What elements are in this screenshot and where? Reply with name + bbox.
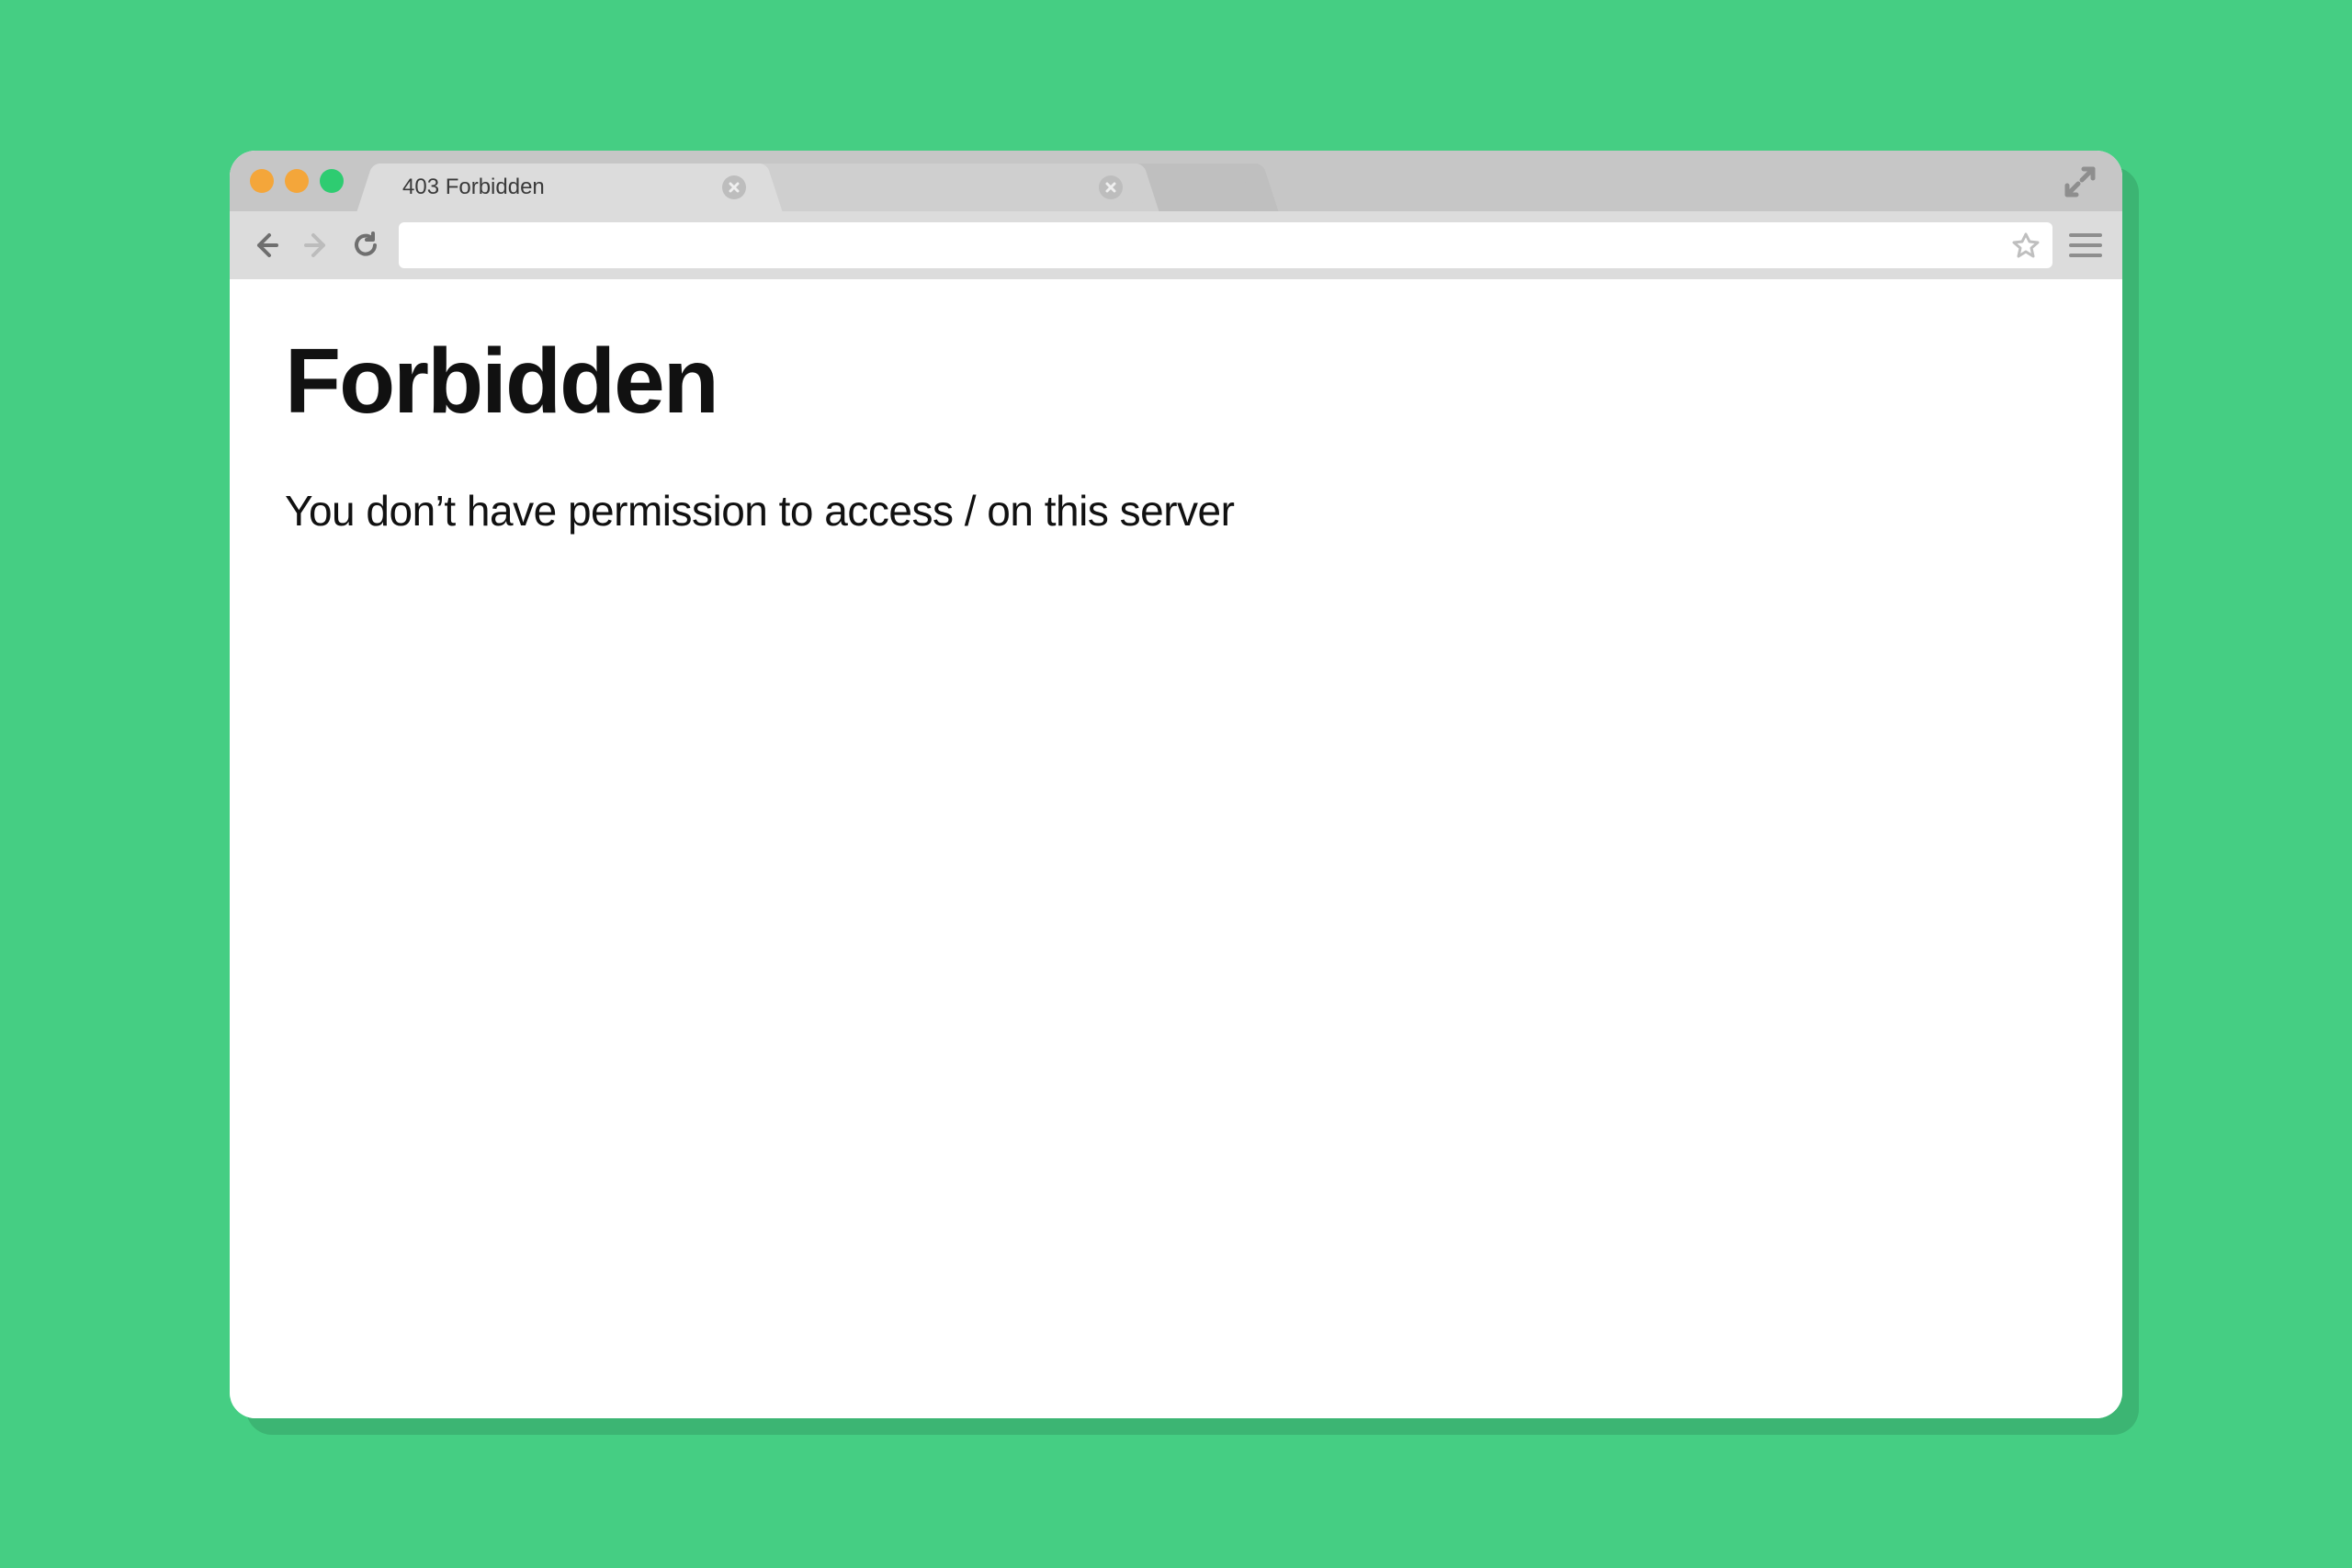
tab-active[interactable]: 403 Forbidden xyxy=(377,164,763,211)
tab-inactive[interactable] xyxy=(753,164,1139,211)
close-icon xyxy=(1105,182,1116,193)
expand-window-button[interactable] xyxy=(2064,165,2097,198)
forward-button[interactable] xyxy=(300,229,333,262)
bookmark-button[interactable] xyxy=(2012,231,2040,259)
expand-icon xyxy=(2064,165,2097,198)
star-icon xyxy=(2012,231,2040,259)
hamburger-icon xyxy=(2069,233,2102,237)
arrow-left-icon xyxy=(253,231,280,259)
reload-icon xyxy=(352,231,379,259)
window-close-button[interactable] xyxy=(250,169,274,193)
traffic-lights xyxy=(250,169,344,193)
page-viewport: Forbidden You don’t have permission to a… xyxy=(230,279,2122,1418)
close-icon xyxy=(729,182,740,193)
tab-strip: 403 Forbidden xyxy=(230,151,2122,211)
error-heading: Forbidden xyxy=(285,329,2067,434)
menu-button[interactable] xyxy=(2069,229,2102,262)
reload-button[interactable] xyxy=(349,229,382,262)
url-input[interactable] xyxy=(412,232,2012,258)
toolbar xyxy=(230,211,2122,279)
address-bar[interactable] xyxy=(399,222,2052,268)
tab-close-button[interactable] xyxy=(722,175,746,199)
browser-window: 403 Forbidden xyxy=(230,151,2122,1418)
arrow-right-icon xyxy=(302,231,330,259)
back-button[interactable] xyxy=(250,229,283,262)
error-message: You don’t have permission to access / on… xyxy=(285,486,2067,536)
tab-title: 403 Forbidden xyxy=(402,175,695,200)
window-minimize-button[interactable] xyxy=(285,169,309,193)
tab-close-button[interactable] xyxy=(1099,175,1123,199)
window-zoom-button[interactable] xyxy=(320,169,344,193)
